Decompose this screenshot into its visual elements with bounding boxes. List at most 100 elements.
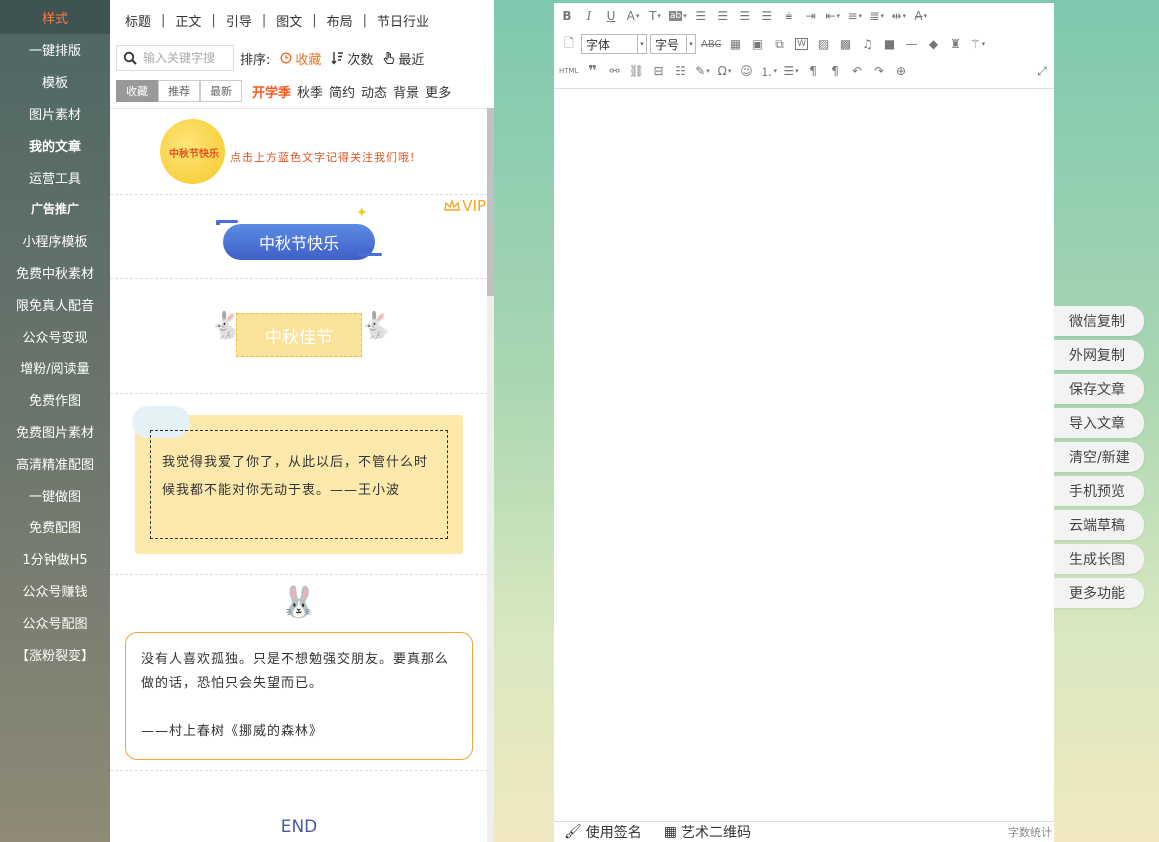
line-spacing-icon[interactable]: ≣ ▾ — [867, 6, 887, 26]
save-article-button[interactable]: 保存文章 — [1054, 374, 1144, 404]
unlink-icon[interactable]: ⛓ — [626, 61, 646, 81]
magic-wand-icon[interactable]: ⚚ ▾ — [968, 34, 988, 54]
eraser-icon[interactable]: ◆ — [924, 34, 944, 54]
underline-icon[interactable]: U — [601, 6, 621, 26]
filter-newest[interactable]: 最新 — [200, 80, 242, 102]
blockquote-icon[interactable]: ❞ — [582, 61, 602, 81]
paragraph-format-icon[interactable]: ☷ — [670, 61, 690, 81]
video-icon[interactable]: ■ — [880, 34, 900, 54]
clear-new-button[interactable]: 清空/新建 — [1054, 442, 1144, 472]
font-family-select[interactable]: 字体 ▾ — [581, 34, 647, 54]
import-article-button[interactable]: 导入文章 — [1054, 408, 1144, 438]
undo-icon[interactable]: ↶ — [847, 61, 867, 81]
picture-icon[interactable]: ▨ — [814, 34, 834, 54]
art-qrcode-button[interactable]: ▦ 艺术二维码 — [664, 822, 751, 842]
align-right-icon[interactable]: ☰ — [735, 6, 755, 26]
bold-icon[interactable]: B — [557, 6, 577, 26]
nav-item-auto-layout[interactable]: 一键排版 — [0, 34, 110, 66]
tag-animated[interactable]: 动态 — [361, 82, 387, 101]
tag-more[interactable]: 更多 — [425, 82, 451, 101]
wechat-copy-button[interactable]: 微信复制 — [1054, 306, 1144, 336]
anchor-icon[interactable]: ⊟ — [648, 61, 668, 81]
indent-icon[interactable]: ⇥ — [801, 6, 821, 26]
rtl-icon[interactable]: ¶ — [825, 61, 845, 81]
nav-item-one-click-image[interactable]: 一键做图 — [0, 479, 110, 511]
ordered-list-icon[interactable]: ⒈ ▾ — [758, 61, 779, 81]
indent-more-icon[interactable]: ⇤ ▾ — [823, 6, 843, 26]
scrollbar-thumb[interactable] — [487, 108, 494, 296]
letter-spacing-icon[interactable]: ⇹ ▾ — [889, 6, 909, 26]
template-card-quote-yellow[interactable]: 我觉得我爱了你了，从此以后，不管什么时候我都不能对你无动于衷。——王小波 — [110, 394, 488, 575]
nav-item-mini-program[interactable]: 小程序模板 — [0, 225, 110, 257]
nav-item-images[interactable]: 图片素材 — [0, 98, 110, 130]
tag-simple[interactable]: 简约 — [329, 82, 355, 101]
highlight-icon[interactable]: ab ▾ — [667, 6, 689, 26]
template-card-quote-orange[interactable]: 🐰 没有人喜欢孤独。只是不想勉强交朋友。要真那么做的话，恐怕只会失望而已。 ——… — [110, 575, 488, 771]
nav-item-my-articles[interactable]: 我的文章 — [0, 129, 110, 161]
mobile-preview-button[interactable]: 手机预览 — [1054, 476, 1144, 506]
new-doc-icon[interactable]: 🗋 — [559, 34, 579, 54]
html-source-icon[interactable]: HTML — [557, 61, 580, 81]
nav-item-free-drawing[interactable]: 免费作图 — [0, 384, 110, 416]
template-card-moon-follow[interactable]: 中秋节快乐 点击上方蓝色文字记得关注我们哦! — [110, 109, 488, 195]
horizontal-rule-icon[interactable]: — — [902, 34, 922, 54]
tab-layout[interactable]: 布局 — [320, 11, 360, 30]
special-char-icon[interactable]: Ω ▾ — [714, 61, 734, 81]
image-search-icon[interactable]: ⧉ — [770, 34, 790, 54]
sort-favorite[interactable]: 收藏 — [280, 49, 321, 68]
nav-item-fans[interactable]: 增粉/阅读量 — [0, 352, 110, 384]
tab-holiday[interactable]: 节日行业 — [370, 11, 436, 30]
tag-autumn[interactable]: 秋季 — [297, 82, 323, 101]
editor-content-area[interactable] — [554, 88, 1054, 822]
tab-image-text[interactable]: 图文 — [269, 11, 309, 30]
nav-item-earn[interactable]: 公众号赚钱 — [0, 575, 110, 607]
tag-background[interactable]: 背景 — [393, 82, 419, 101]
clear-format-icon[interactable]: A̶ ▾ — [911, 6, 931, 26]
font-size-select[interactable]: 字号 ▾ — [650, 34, 696, 54]
paragraph-spacing-icon[interactable]: ≡ ▾ — [845, 6, 865, 26]
word-import-icon[interactable]: W — [792, 34, 812, 54]
search-replace-icon[interactable]: ⊕ — [891, 61, 911, 81]
sort-count[interactable]: 次数 — [331, 49, 373, 68]
filter-recommended[interactable]: 推荐 — [158, 80, 200, 102]
long-image-button[interactable]: 生成长图 — [1054, 544, 1144, 574]
sort-recent[interactable]: 最近 — [383, 49, 424, 68]
more-features-button[interactable]: 更多功能 — [1054, 578, 1144, 608]
align-left-icon[interactable]: ☰ — [691, 6, 711, 26]
cloud-draft-button[interactable]: 云端草稿 — [1054, 510, 1144, 540]
template-card-blue-title[interactable]: VIP 中秋节快乐 ✦ — [110, 195, 488, 279]
edit-doc-icon[interactable]: ✎ ▾ — [692, 61, 712, 81]
nav-item-voice[interactable]: 限免真人配音 — [0, 288, 110, 320]
strikethrough-icon[interactable]: ABC — [699, 34, 724, 54]
italic-icon[interactable]: I — [579, 6, 599, 26]
text-style-icon[interactable]: T ▾ — [645, 6, 665, 26]
nav-item-midautumn[interactable]: 免费中秋素材 — [0, 257, 110, 289]
image-icon[interactable]: ▣ — [748, 34, 768, 54]
nav-item-hd-images[interactable]: 高清精准配图 — [0, 447, 110, 479]
music-icon[interactable]: ♫ — [858, 34, 878, 54]
redo-icon[interactable]: ↷ — [869, 61, 889, 81]
font-color-icon[interactable]: A ▾ — [623, 6, 643, 26]
emoji-icon[interactable]: ☺ — [736, 61, 756, 81]
external-copy-button[interactable]: 外网复制 — [1054, 340, 1144, 370]
table-icon[interactable]: ▦ — [726, 34, 746, 54]
panel-scrollbar[interactable] — [487, 108, 494, 842]
tag-back-to-school[interactable]: 开学季 — [252, 82, 291, 101]
tab-body[interactable]: 正文 — [168, 11, 208, 30]
nav-item-style[interactable]: 样式 — [0, 0, 110, 34]
search-input[interactable] — [143, 51, 233, 65]
nav-item-templates[interactable]: 模板 — [0, 66, 110, 98]
align-justify-icon[interactable]: ☰ — [757, 6, 777, 26]
nav-item-oa-images[interactable]: 公众号配图 — [0, 606, 110, 638]
nav-item-free-images[interactable]: 免费图片素材 — [0, 416, 110, 448]
template-card-rabbit-title[interactable]: 🐇 中秋佳节 🐇 — [110, 279, 488, 394]
ltr-icon[interactable]: ¶ — [803, 61, 823, 81]
tab-title[interactable]: 标题 — [118, 11, 158, 30]
nav-item-fission[interactable]: 【涨粉裂变】 — [0, 638, 110, 670]
nav-item-free-match[interactable]: 免费配图 — [0, 511, 110, 543]
nav-item-ads[interactable]: 广告推广 — [0, 193, 110, 225]
multi-image-icon[interactable]: ▩ — [836, 34, 856, 54]
nav-item-h5[interactable]: 1分钟做H5 — [0, 543, 110, 575]
filter-favorite[interactable]: 收藏 — [116, 80, 158, 102]
nav-item-monetize[interactable]: 公众号变现 — [0, 320, 110, 352]
